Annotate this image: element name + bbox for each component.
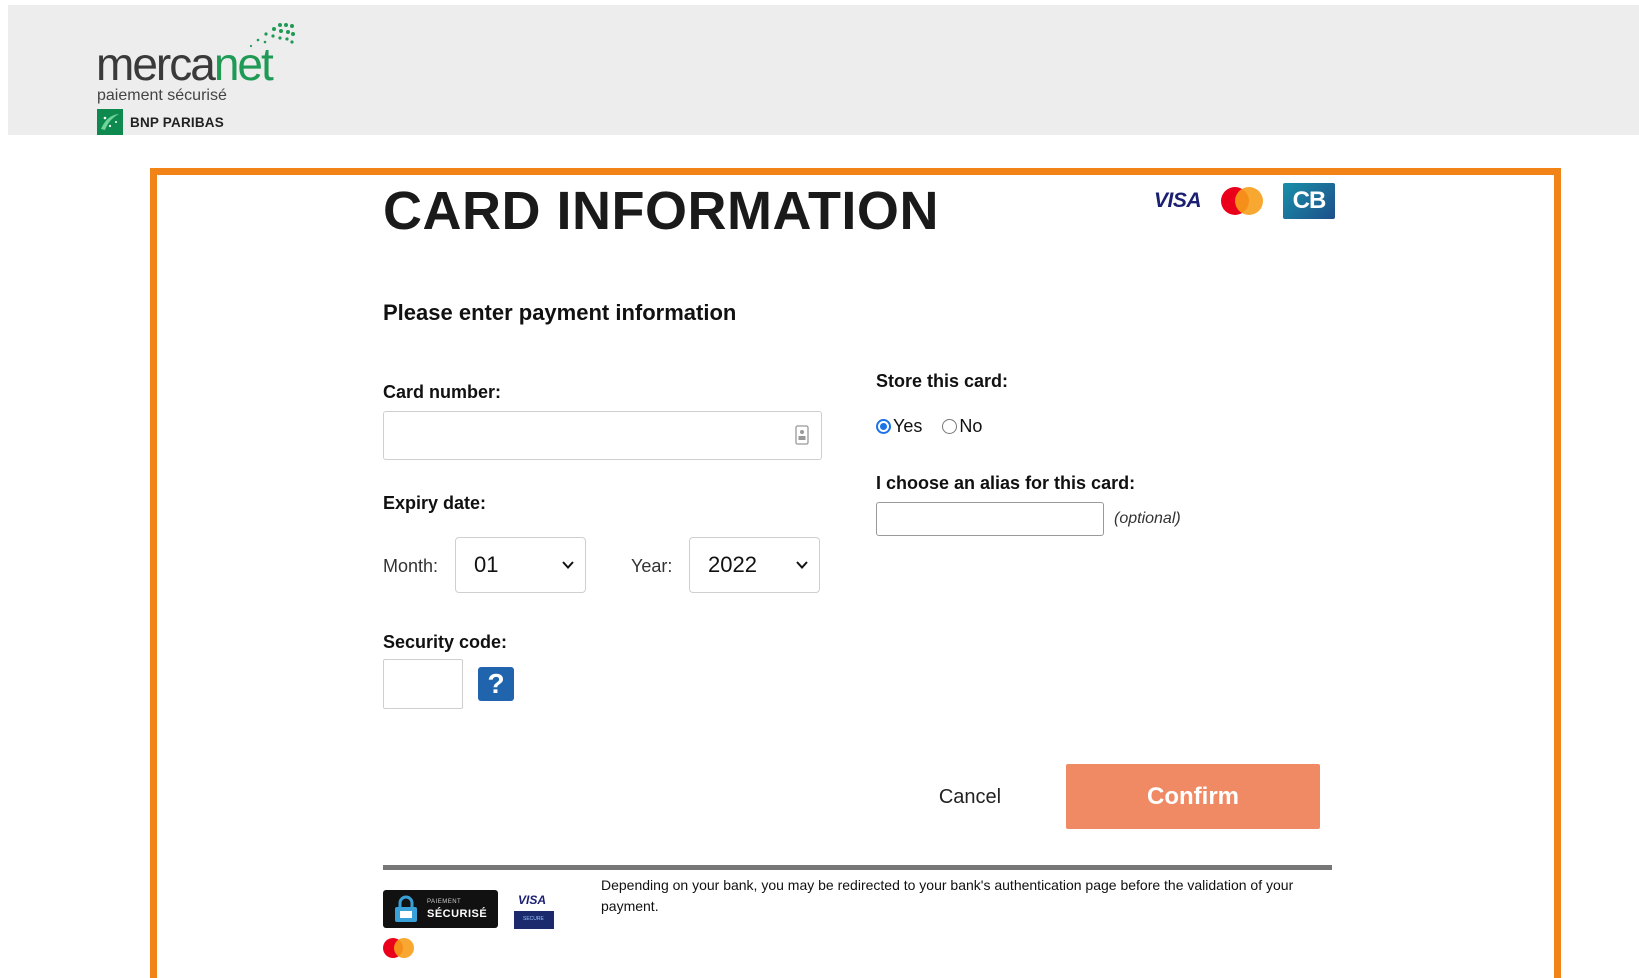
padlock-icon xyxy=(395,895,417,922)
logo-wordmark: mercanet xyxy=(96,38,274,90)
chevron-down-icon xyxy=(562,561,574,569)
bnp-paribas-logo: BNP PARIBAS xyxy=(97,109,224,135)
contact-card-icon xyxy=(795,425,809,445)
card-brand-logos: VISA CB xyxy=(1154,183,1336,219)
mastercard-small-logo xyxy=(383,938,415,958)
security-code-input[interactable] xyxy=(383,659,463,709)
authentication-notice: Depending on your bank, you may be redir… xyxy=(601,877,1294,914)
store-no-radio[interactable] xyxy=(942,419,958,434)
alias-label: I choose an alias for this card: xyxy=(876,473,1136,493)
month-value: 01 xyxy=(474,552,499,577)
payment-frame xyxy=(150,168,1561,978)
header-bar: mercanet paiement sécurisé BNP PARIBAS xyxy=(8,5,1639,135)
bnp-stars-icon xyxy=(97,109,123,135)
store-yes-label[interactable]: Yes xyxy=(893,416,922,437)
year-label: Year: xyxy=(631,556,673,576)
expiry-date-label: Expiry date: xyxy=(383,493,487,513)
store-no-label[interactable]: No xyxy=(959,416,982,437)
logo-tagline: paiement sécurisé xyxy=(97,87,227,104)
alias-optional-hint: (optional) xyxy=(1114,510,1181,527)
footer-divider xyxy=(383,865,1332,870)
security-code-label: Security code: xyxy=(383,632,508,652)
store-yes-radio[interactable] xyxy=(876,419,891,434)
chevron-down-icon xyxy=(796,561,808,569)
mastercard-logo xyxy=(1221,187,1264,215)
badge-big-text: SÉCURISÉ xyxy=(427,908,488,920)
visa-logo: VISA xyxy=(1154,189,1202,212)
page-title: CARD INFORMATION xyxy=(383,181,939,241)
mercanet-logo: mercanet paiement sécurisé BNP PARIBAS xyxy=(96,19,316,135)
form-subtitle: Please enter payment information xyxy=(383,300,737,325)
cb-logo: CB xyxy=(1283,183,1336,219)
badge-small-text: PAIEMENT xyxy=(427,899,462,905)
card-number-input[interactable] xyxy=(383,411,822,460)
paiement-securise-badge: PAIEMENT SÉCURISÉ xyxy=(383,890,498,928)
cancel-button[interactable]: Cancel xyxy=(925,782,1015,812)
confirm-button[interactable]: Confirm xyxy=(1066,764,1320,829)
month-label: Month: xyxy=(383,556,439,576)
card-number-label: Card number: xyxy=(383,382,502,402)
month-select[interactable]: 01 xyxy=(455,537,586,593)
alias-input[interactable] xyxy=(876,502,1104,536)
year-select[interactable]: 2022 xyxy=(689,537,820,593)
security-code-help-button[interactable]: ? xyxy=(478,667,514,701)
store-card-options: Yes No xyxy=(876,416,1002,437)
year-value: 2022 xyxy=(708,552,757,577)
visa-secure-logo: VISA SECURE xyxy=(514,893,554,929)
bank-name: BNP PARIBAS xyxy=(130,114,224,130)
store-card-label: Store this card: xyxy=(876,371,1009,391)
